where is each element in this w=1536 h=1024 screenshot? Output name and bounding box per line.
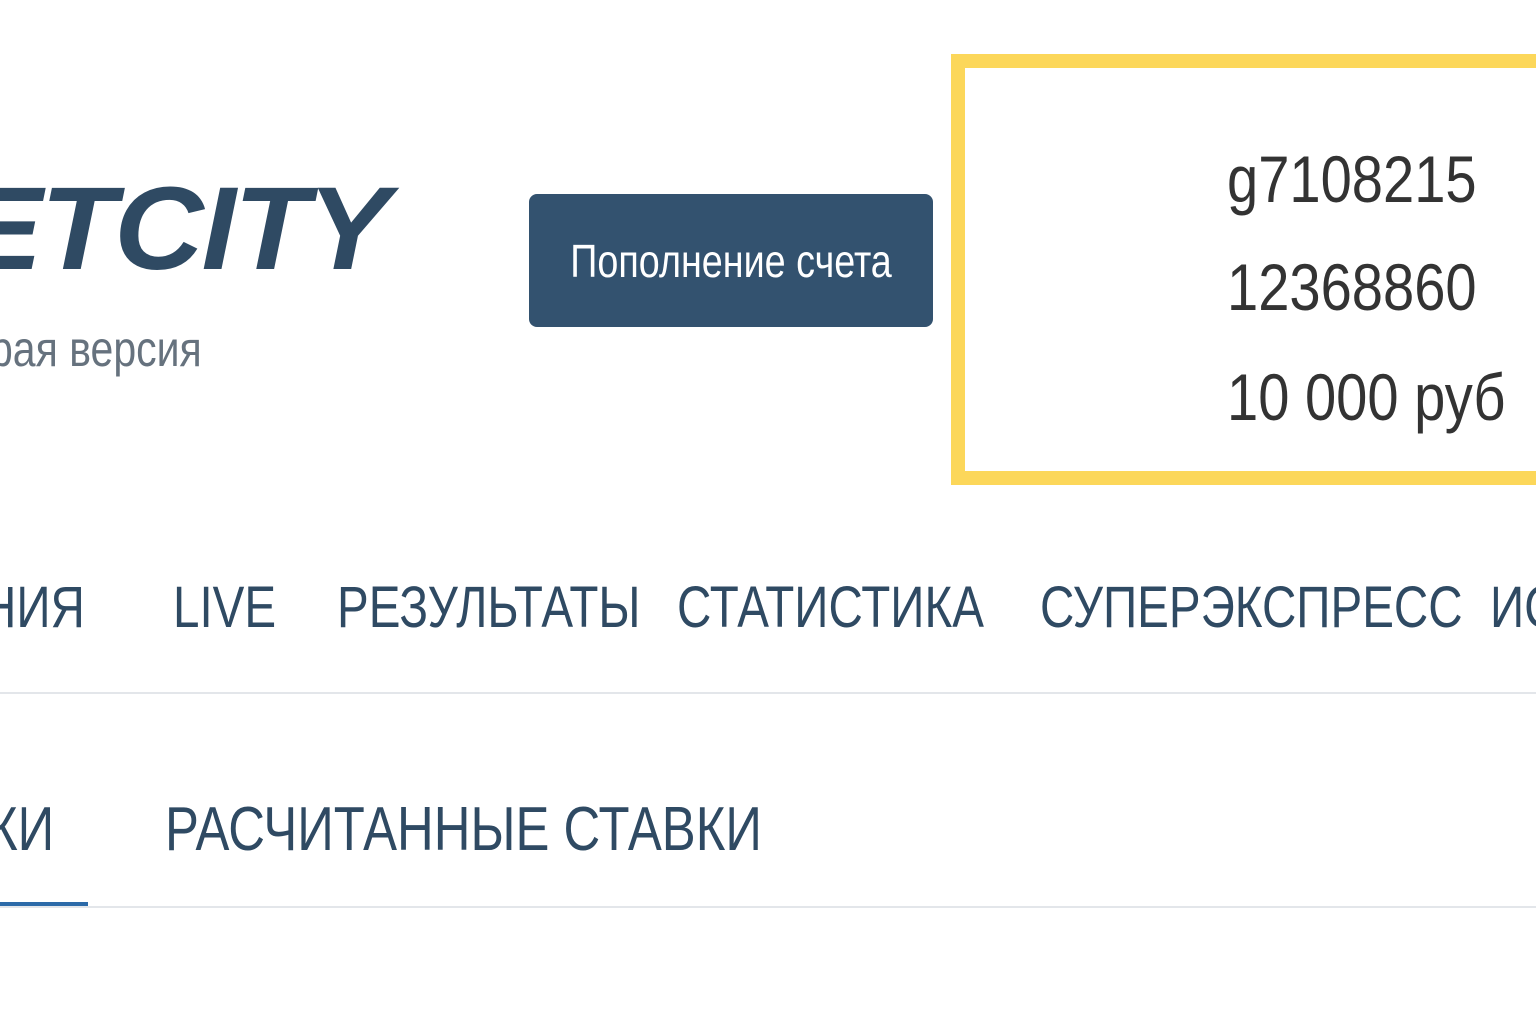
nav-item-events[interactable]: НИЯ xyxy=(0,568,85,648)
tabs-divider xyxy=(0,906,1536,908)
main-nav: НИЯ LIVE РЕЗУЛЬТАТЫ СТАТИСТИКА СУПЕРЭКСП… xyxy=(0,568,1536,648)
tab-bets[interactable]: КИ xyxy=(0,790,54,870)
tab-settled-bets[interactable]: РАСЧИТАННЫЕ СТАВКИ xyxy=(165,790,762,870)
deposit-button[interactable]: Пополнение счета xyxy=(529,194,933,327)
page: ETCITY рая версия Пополнение счета g7108… xyxy=(0,0,1536,1024)
deposit-button-label: Пополнение счета xyxy=(570,234,892,287)
account-info-box: g7108215 12368860 10 000 руб xyxy=(951,54,1536,485)
account-login: g7108215 xyxy=(1227,142,1477,216)
account-balance: 10 000 руб xyxy=(1227,360,1506,434)
nav-item-history[interactable]: ИС xyxy=(1490,568,1536,648)
nav-divider xyxy=(0,692,1536,694)
account-number: 12368860 xyxy=(1227,250,1477,324)
site-logo[interactable]: ETCITY xyxy=(0,170,390,288)
nav-item-results[interactable]: РЕЗУЛЬТАТЫ xyxy=(337,568,641,648)
nav-item-live[interactable]: LIVE xyxy=(173,568,276,648)
nav-item-statistics[interactable]: СТАТИСТИКА xyxy=(677,568,984,648)
nav-item-superexpress[interactable]: СУПЕРЭКСПРЕСС xyxy=(1040,568,1463,648)
logo-subtitle: рая версия xyxy=(0,321,202,377)
